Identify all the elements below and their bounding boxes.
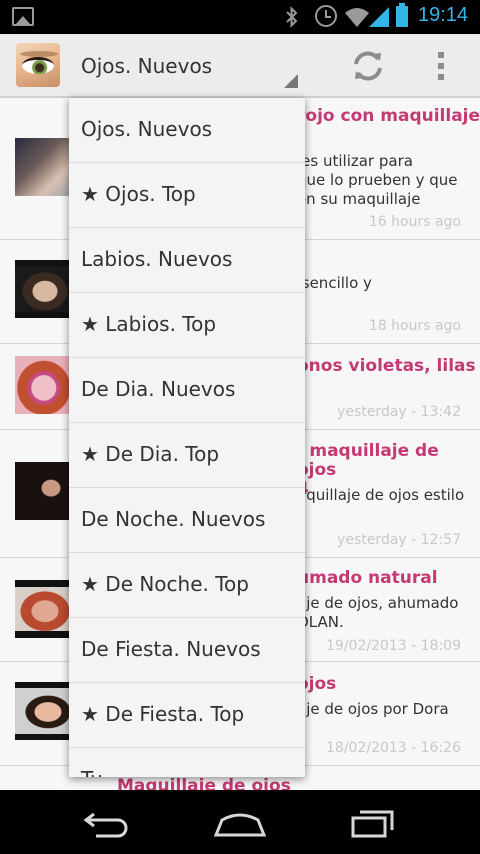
- bluetooth-icon: [286, 6, 298, 28]
- dropdown-item-labios-nuevos[interactable]: Labios. Nuevos: [69, 228, 305, 293]
- recent-apps-button[interactable]: [344, 804, 404, 840]
- dropdown-item-label: ★ Ojos. Top: [81, 182, 196, 206]
- overflow-menu-button[interactable]: [426, 46, 456, 86]
- article-title: onos violetas, lilas y: [297, 356, 480, 376]
- back-button[interactable]: [78, 804, 138, 840]
- article-date: 18/02/2013 - 16:26: [326, 740, 461, 756]
- back-icon: [83, 812, 128, 838]
- action-bar: Ojos. Nuevos: [0, 34, 480, 98]
- article-title: rojo con maquillaje: [297, 106, 480, 126]
- article-date: 16 hours ago: [368, 214, 461, 230]
- dropdown-item-label: De Fiesta. Nuevos: [81, 637, 261, 661]
- article-thumbnail: [15, 356, 75, 414]
- category-spinner[interactable]: Ojos. Nuevos: [68, 34, 304, 98]
- battery-icon: [396, 3, 408, 27]
- article-title: Maquillaje de ojos: [117, 776, 291, 790]
- dropdown-item-labios-top[interactable]: ★ Labios. Top: [69, 293, 305, 358]
- picture-notification-icon: [12, 7, 34, 26]
- app-icon[interactable]: [16, 43, 60, 87]
- refresh-icon: [354, 51, 382, 81]
- dropdown-item-label: ★ De Noche. Top: [81, 572, 249, 596]
- dropdown-item-label: ★ De Dia. Top: [81, 442, 220, 466]
- dropdown-item-label: ★ De Fiesta. Top: [81, 702, 245, 726]
- dropdown-item-label: Ojos. Nuevos: [81, 117, 213, 141]
- article-description: les utilizar para que lo prueben y que o…: [297, 152, 458, 208]
- article-title: umado natural: [297, 568, 438, 588]
- dropdown-item-ojos-top[interactable]: ★ Ojos. Top: [69, 163, 305, 228]
- status-clock: 19:14: [418, 4, 469, 26]
- dropdown-item-de-fiesta-nuevos[interactable]: De Fiesta. Nuevos: [69, 618, 305, 683]
- dropdown-item-label: Labios. Nuevos: [81, 247, 233, 271]
- recent-apps-icon: [351, 810, 394, 838]
- article-description: aje de ojos por Dora: [297, 700, 449, 718]
- status-bar: 19:14: [0, 0, 480, 34]
- dropdown-item-label: De Noche. Nuevos: [81, 507, 266, 531]
- alarm-icon: [315, 5, 337, 27]
- article-thumbnail: [15, 138, 75, 196]
- spinner-caret-icon: [284, 74, 298, 88]
- dropdown-item-label: ★ Labios. Top: [81, 312, 217, 336]
- dropdown-item-label: De Dia. Nuevos: [81, 377, 236, 401]
- dropdown-item-label: Tu…: [81, 767, 123, 777]
- refresh-button[interactable]: [346, 46, 390, 86]
- home-icon: [213, 813, 267, 837]
- dropdown-item-de-dia-top[interactable]: ★ De Dia. Top: [69, 423, 305, 488]
- category-dropdown: Ojos. Nuevos ★ Ojos. Top Labios. Nuevos …: [69, 98, 305, 777]
- article-date: 19/02/2013 - 18:09: [326, 638, 461, 654]
- system-nav-bar: [0, 790, 480, 854]
- dropdown-item-de-noche-nuevos[interactable]: De Noche. Nuevos: [69, 488, 305, 553]
- article-date: yesterday - 13:42: [337, 404, 461, 420]
- article-date: 18 hours ago: [368, 318, 461, 334]
- dropdown-item-de-noche-top[interactable]: ★ De Noche. Top: [69, 553, 305, 618]
- dropdown-item-partial[interactable]: Tu…: [69, 748, 305, 777]
- signal-icon: [369, 7, 389, 27]
- dropdown-item-de-fiesta-top[interactable]: ★ De Fiesta. Top: [69, 683, 305, 748]
- article-date: yesterday - 12:57: [337, 532, 461, 548]
- article-thumbnail: [15, 260, 75, 318]
- article-description: .sencillo y: [297, 274, 372, 292]
- article-thumbnail: [15, 580, 75, 638]
- article-thumbnail: [15, 462, 75, 520]
- article-description: aquillaje de ojos estilo: [297, 486, 465, 504]
- dropdown-item-de-dia-nuevos[interactable]: De Dia. Nuevos: [69, 358, 305, 423]
- wifi-icon: [345, 8, 369, 27]
- article-thumbnail: [15, 682, 75, 740]
- home-button[interactable]: [210, 804, 270, 840]
- selected-category-label: Ojos. Nuevos: [81, 54, 213, 78]
- dropdown-item-ojos-nuevos[interactable]: Ojos. Nuevos: [69, 98, 305, 163]
- article-description: aje de ojos, ahumado OLAN.: [297, 594, 459, 631]
